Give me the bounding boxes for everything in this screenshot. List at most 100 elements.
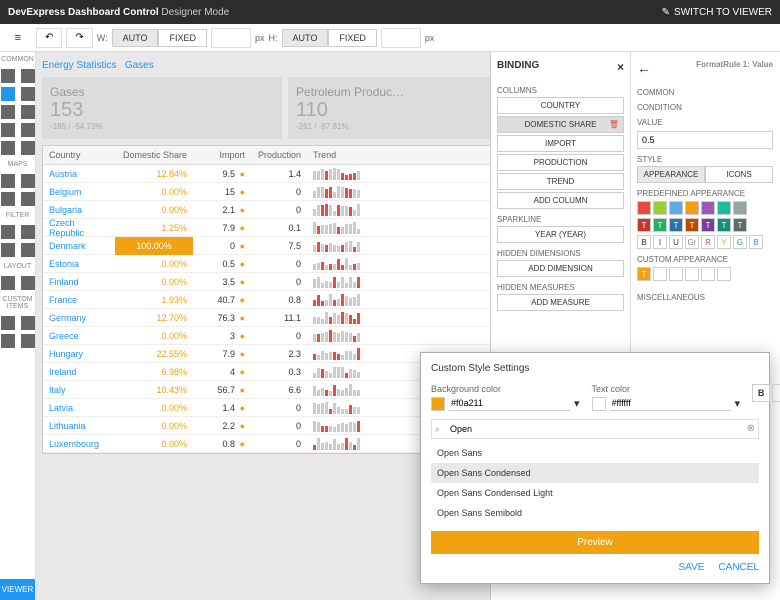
col-domestic[interactable]: DOMESTIC SHARE🗑 — [497, 116, 624, 133]
swatch[interactable]: G — [733, 235, 747, 249]
width-mode-toggle[interactable]: AUTOFIXED — [112, 29, 207, 47]
f2-icon[interactable] — [21, 225, 35, 239]
gauge-icon[interactable] — [1, 105, 15, 119]
custom-swatch[interactable]: T — [637, 267, 651, 281]
pie-icon[interactable] — [21, 105, 35, 119]
swatch[interactable]: T — [701, 218, 715, 232]
map1-icon[interactable] — [1, 174, 15, 188]
font-option[interactable]: Open Sans Semibold — [431, 503, 759, 523]
map2-icon[interactable] — [21, 174, 35, 188]
swatch[interactable]: T — [733, 218, 747, 232]
search-icon: ⌕ — [435, 424, 440, 435]
custom-swatch[interactable] — [717, 267, 731, 281]
swatch[interactable]: T — [669, 218, 683, 232]
custom-swatch[interactable] — [701, 267, 715, 281]
app-mode: Designer Mode — [161, 7, 229, 18]
font-option[interactable]: Open Sans Condensed Light — [431, 483, 759, 503]
map4-icon[interactable] — [21, 192, 35, 206]
swatch[interactable]: T — [637, 218, 651, 232]
f4-icon[interactable] — [21, 243, 35, 257]
custom-swatch[interactable] — [653, 267, 667, 281]
swatch[interactable]: T — [685, 218, 699, 232]
sparkline-year[interactable]: YEAR (YEAR) — [497, 226, 624, 243]
swatch[interactable] — [717, 201, 731, 215]
add-measure[interactable]: ADD MEASURE — [497, 294, 624, 311]
swatch[interactable]: B — [749, 235, 763, 249]
sidebar: COMMON MAPS FILTER LAYOUT CUSTOM ITEMS V… — [0, 52, 36, 600]
underline-swatch[interactable]: U — [669, 235, 683, 249]
bold-button[interactable]: B — [752, 384, 770, 402]
text-color-input[interactable] — [610, 396, 731, 411]
clear-icon[interactable]: ⊗ — [747, 423, 755, 434]
redo-button[interactable]: ↷ — [66, 28, 92, 48]
style-toggle[interactable]: APPEARANCEICONS — [637, 166, 773, 183]
col-production[interactable]: PRODUCTION — [497, 154, 624, 171]
custom-swatch[interactable] — [685, 267, 699, 281]
back-icon[interactable]: ← — [637, 60, 651, 76]
swatch[interactable]: R — [701, 235, 715, 249]
close-icon[interactable]: × — [617, 60, 624, 74]
swatch[interactable]: T — [717, 218, 731, 232]
sigma-icon[interactable] — [21, 69, 35, 83]
card-icon[interactable] — [1, 123, 15, 137]
font-option[interactable]: Open Sans — [431, 443, 759, 463]
cancel-button[interactable]: CANCEL — [718, 562, 759, 573]
c1-icon[interactable] — [1, 316, 15, 330]
undo-button[interactable]: ↶ — [36, 28, 62, 48]
swatch[interactable] — [637, 201, 651, 215]
bg-color-swatch[interactable] — [431, 397, 445, 411]
col-trend[interactable]: TREND — [497, 173, 624, 190]
f3-icon[interactable] — [1, 243, 15, 257]
l1-icon[interactable] — [1, 276, 15, 290]
menu-icon[interactable]: ≡ — [4, 24, 32, 52]
dropdown-icon[interactable]: ▾ — [574, 397, 580, 410]
l2-icon[interactable] — [21, 276, 35, 290]
chart-icon[interactable] — [1, 87, 15, 101]
swatch[interactable] — [685, 201, 699, 215]
save-button[interactable]: SAVE — [678, 562, 704, 573]
crumb-root[interactable]: Energy Statistics — [42, 60, 116, 71]
viewer-button[interactable]: VIEWER — [0, 579, 35, 600]
image-icon[interactable] — [21, 141, 35, 155]
swatch[interactable] — [733, 201, 747, 215]
width-input[interactable] — [211, 28, 251, 48]
font-search-input[interactable] — [431, 419, 759, 439]
add-dimension[interactable]: ADD DIMENSION — [497, 260, 624, 277]
font-option[interactable]: Open Sans Condensed — [431, 463, 759, 483]
f1-icon[interactable] — [1, 225, 15, 239]
grid-icon[interactable] — [1, 69, 15, 83]
switch-viewer-button[interactable]: ✎ SWITCH TO VIEWER — [662, 7, 772, 18]
height-mode-toggle[interactable]: AUTOFIXED — [282, 29, 377, 47]
bold-swatch[interactable]: B — [637, 235, 651, 249]
c4-icon[interactable] — [21, 334, 35, 348]
swatch[interactable]: T — [653, 218, 667, 232]
bg-color-input[interactable] — [449, 396, 570, 411]
swatch[interactable] — [701, 201, 715, 215]
custom-swatch[interactable] — [669, 267, 683, 281]
col-import[interactable]: IMPORT — [497, 135, 624, 152]
italic-swatch[interactable]: I — [653, 235, 667, 249]
kpi-card[interactable]: Gases153-185 / -54.73% — [42, 77, 282, 139]
text-icon[interactable] — [1, 141, 15, 155]
value-input[interactable] — [637, 131, 773, 149]
swatch[interactable]: Y — [717, 235, 731, 249]
bar-icon[interactable] — [21, 87, 35, 101]
crumb-page[interactable]: Gases — [125, 60, 154, 71]
c2-icon[interactable] — [21, 316, 35, 330]
col-country[interactable]: COUNTRY — [497, 97, 624, 114]
dropdown-icon[interactable]: ▾ — [735, 397, 741, 410]
delete-col-icon[interactable]: 🗑 — [609, 120, 619, 129]
swatch[interactable] — [653, 201, 667, 215]
add-column[interactable]: ADD COLUMN — [497, 192, 624, 209]
swatch[interactable]: Gr — [685, 235, 699, 249]
italic-button[interactable]: I — [772, 384, 780, 402]
custom-style-dialog: Custom Style Settings Background color ▾… — [420, 352, 770, 584]
swatch[interactable] — [669, 201, 683, 215]
toolbar: ≡ ↶ ↷ W: AUTOFIXED px H: AUTOFIXED px — [0, 24, 780, 52]
c3-icon[interactable] — [1, 334, 15, 348]
treemap-icon[interactable] — [21, 123, 35, 137]
preview-button[interactable]: Preview — [431, 531, 759, 554]
height-input[interactable] — [381, 28, 421, 48]
map3-icon[interactable] — [1, 192, 15, 206]
text-color-swatch[interactable] — [592, 397, 606, 411]
